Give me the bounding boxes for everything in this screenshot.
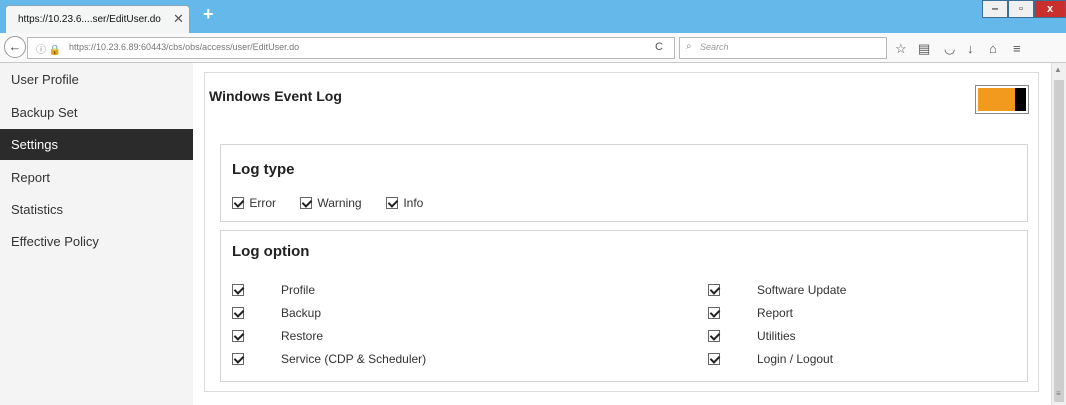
log-type-warning-option[interactable]: Warning	[300, 195, 362, 210]
log-type-error-option[interactable]: Error	[232, 195, 276, 210]
search-input[interactable]: ⌕ Search	[679, 37, 887, 59]
tab-title: https://10.23.6....ser/EditUser.do	[18, 14, 161, 25]
sidebar-item-effective-policy[interactable]: Effective Policy	[0, 226, 193, 257]
reading-list-icon[interactable]: ▤	[918, 41, 930, 57]
scrollbar-grip-icon: ≡	[1056, 389, 1061, 398]
address-bar[interactable]: ⓘ 🔒 https://10.23.6.89:60443/cbs/obs/acc…	[27, 37, 675, 59]
error-label: Error	[249, 195, 277, 210]
login-logout-label: Login / Logout	[757, 352, 834, 366]
error-checkbox[interactable]	[232, 196, 244, 209]
log-type-info-option[interactable]: Info	[386, 195, 423, 210]
tab-close-icon[interactable]: ✕	[173, 11, 184, 27]
close-window-button[interactable]: x	[1034, 0, 1066, 18]
scroll-up-arrow-icon[interactable]: ▲	[1054, 65, 1062, 74]
search-placeholder: Search	[700, 42, 729, 52]
report-label: Report	[757, 306, 794, 320]
service-checkbox[interactable]	[232, 353, 244, 365]
software-update-checkbox[interactable]	[708, 284, 720, 296]
utilities-label: Utilities	[757, 329, 796, 343]
new-tab-button[interactable]: +	[203, 4, 214, 25]
browser-title-bar: https://10.23.6....ser/EditUser.do ✕ + ‒…	[0, 0, 1066, 33]
bookmark-star-icon[interactable]: ☆	[895, 41, 907, 57]
restore-checkbox[interactable]	[232, 330, 244, 342]
login-logout-checkbox[interactable]	[708, 353, 720, 365]
toggle-knob	[1015, 88, 1026, 111]
restore-label: Restore	[281, 329, 324, 343]
scrollbar-thumb[interactable]	[1054, 80, 1064, 402]
url-text: https://10.23.6.89:60443/cbs/obs/access/…	[69, 42, 300, 52]
menu-icon[interactable]: ≡	[1013, 41, 1021, 56]
info-checkbox[interactable]	[386, 196, 398, 209]
sidebar: User Profile Backup Set Settings Report …	[0, 63, 193, 405]
sidebar-item-statistics[interactable]: Statistics	[0, 194, 193, 225]
back-arrow-icon[interactable]: ←	[4, 36, 26, 58]
main-content: Windows Event Log Log type Error Warning…	[204, 72, 1039, 392]
pocket-icon[interactable]: ◡	[944, 41, 955, 57]
sidebar-item-backup-set[interactable]: Backup Set	[0, 97, 193, 128]
warning-label: Warning	[317, 195, 362, 210]
home-icon[interactable]: ⌂	[989, 41, 997, 56]
download-icon[interactable]: ↓	[967, 41, 974, 56]
backup-label: Backup	[281, 306, 322, 320]
log-type-heading: Log type	[232, 161, 295, 178]
maximize-button[interactable]: ▫	[1008, 0, 1034, 18]
sidebar-item-settings[interactable]: Settings	[0, 129, 193, 160]
backup-checkbox[interactable]	[232, 307, 244, 319]
software-update-label: Software Update	[757, 283, 847, 297]
info-label: Info	[403, 195, 424, 210]
report-checkbox[interactable]	[708, 307, 720, 319]
reload-icon[interactable]: C	[655, 41, 663, 53]
browser-tab[interactable]: https://10.23.6....ser/EditUser.do ✕	[5, 5, 190, 33]
browser-navbar: ← ⓘ 🔒 https://10.23.6.89:60443/cbs/obs/a…	[0, 33, 1066, 63]
vertical-scrollbar[interactable]: ▲ ≡	[1051, 63, 1066, 405]
utilities-checkbox[interactable]	[708, 330, 720, 342]
profile-checkbox[interactable]	[232, 284, 244, 296]
service-label: Service (CDP & Scheduler)	[281, 352, 427, 366]
page-title: Windows Event Log	[209, 88, 342, 104]
log-type-panel: Log type Error Warning Info	[220, 144, 1028, 222]
log-option-heading: Log option	[232, 243, 310, 260]
minimize-button[interactable]: ‒	[982, 0, 1008, 18]
log-option-panel: Log option Profile Backup Restore Servic…	[220, 230, 1028, 382]
sidebar-item-report[interactable]: Report	[0, 162, 193, 193]
profile-label: Profile	[281, 283, 316, 297]
warning-checkbox[interactable]	[300, 196, 312, 209]
enable-toggle-switch[interactable]	[975, 85, 1029, 114]
magnifier-icon: ⌕	[686, 41, 692, 52]
sidebar-item-user-profile[interactable]: User Profile	[0, 64, 193, 95]
site-info-icon[interactable]: ⓘ 🔒	[36, 41, 61, 56]
